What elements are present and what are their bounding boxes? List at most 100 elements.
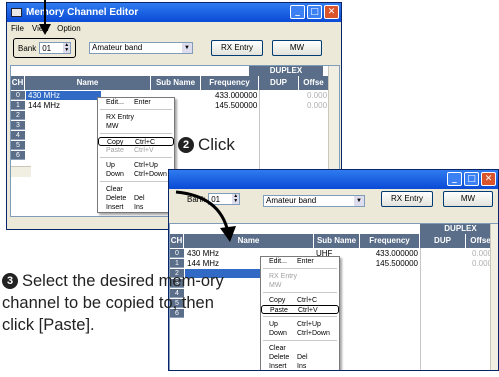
toolbar: Bank 01 ▲ ▼ Amateur band ▼ RX Entry MW	[7, 35, 341, 61]
menu-item-shortcut: Ins	[134, 204, 144, 211]
frequency-cell[interactable]: 145.500000	[374, 259, 418, 268]
bank-value: 01	[42, 43, 52, 53]
menu-item-insert[interactable]: Insert Ins	[98, 203, 174, 212]
sub-name-header: Sub Name	[314, 234, 360, 248]
name-cell[interactable]: 430 MHz	[187, 249, 257, 258]
close-button[interactable]: ✕	[324, 5, 339, 19]
ch-number: 2	[11, 111, 25, 120]
menu-item-label: Edit...	[269, 258, 287, 265]
menu-item-insert[interactable]: Insert Ins	[261, 362, 339, 370]
minimize-button[interactable]: _	[290, 5, 305, 19]
menu-item-shortcut: Del	[297, 354, 308, 361]
menu-item-label: Up	[106, 162, 115, 169]
menu-item-shortcut: Ctrl+Up	[297, 321, 321, 328]
minimize-button[interactable]: _	[447, 172, 462, 186]
menu-item-up[interactable]: Up Ctrl+Up	[98, 161, 174, 170]
pointer-arrow-icon	[39, 0, 51, 35]
menu-item-clear[interactable]: Clear	[261, 344, 339, 353]
menu-item-label: Paste	[106, 147, 124, 154]
ch-number: 5	[11, 141, 25, 150]
spinner-arrows-icon[interactable]: ▲ ▼	[63, 43, 71, 53]
menu-item-edit[interactable]: Edit... Enter	[261, 257, 339, 266]
menu-option[interactable]: Option	[57, 24, 81, 33]
offset-cell[interactable]: 0.000	[307, 91, 327, 100]
name-cell[interactable]: 430 MHz	[26, 91, 101, 100]
menu-item-mw[interactable]: MW	[261, 281, 339, 290]
step-2-text: Click	[198, 135, 235, 154]
frequency-cell[interactable]: 433.000000	[374, 249, 418, 258]
chevron-down-icon[interactable]: ▼	[354, 196, 364, 206]
step-2-callout: 2 Click	[178, 135, 235, 155]
menu-item-shortcut: Ctrl+Down	[134, 171, 167, 178]
menu-item-shortcut: Ctrl+C	[297, 297, 318, 304]
menu-bar: File View Option	[7, 22, 341, 35]
menu-item-up[interactable]: Up Ctrl+Up	[261, 320, 339, 329]
name-cell[interactable]: 144 MHz	[187, 259, 257, 268]
offset-cell[interactable]: 0.000	[307, 101, 327, 110]
horizontal-scrollbar[interactable]	[11, 166, 31, 177]
band-value: Amateur band	[266, 196, 317, 205]
mw-button[interactable]: MW	[443, 191, 493, 207]
menu-item-label: Edit...	[106, 99, 124, 106]
menu-item-copy[interactable]: Copy Ctrl+C	[98, 137, 174, 146]
menu-item-label: Down	[106, 171, 124, 178]
menu-item-label: Delete	[106, 195, 127, 202]
maximize-button[interactable]: □	[464, 172, 479, 186]
menu-item-label: MW	[269, 282, 282, 289]
dup-header: DUP	[420, 234, 466, 248]
bank-selector: Bank 01 ▲ ▼	[13, 38, 77, 58]
chevron-down-icon[interactable]: ▼	[182, 43, 192, 53]
menu-item-delete[interactable]: Delete Del	[261, 353, 339, 362]
menu-item-label: Up	[269, 321, 278, 328]
frequency-cell[interactable]: 433.000000	[215, 91, 257, 100]
name-cell[interactable]: 144 MHz	[28, 101, 98, 110]
drag-arrow-icon	[175, 190, 236, 242]
maximize-button[interactable]: □	[307, 5, 322, 19]
menu-item-label: RX Entry	[269, 273, 298, 280]
close-button[interactable]: ✕	[481, 172, 496, 186]
menu-item-paste[interactable]: Paste Ctrl+V	[98, 146, 174, 155]
menu-item-label: Clear	[269, 345, 286, 352]
band-value: Amateur band	[92, 43, 143, 52]
menu-item-copy[interactable]: Copy Ctrl+C	[261, 296, 339, 305]
duplex-header: DUPLEX	[420, 224, 498, 234]
app-icon	[11, 8, 22, 17]
step-3-callout: 3 Select the desired mem-ory channel to b…	[2, 270, 234, 336]
ch-number: 6	[11, 151, 25, 160]
menu-item-label: Down	[269, 330, 287, 337]
rx-entry-button[interactable]: RX Entry	[381, 191, 433, 207]
rx-entry-button[interactable]: RX Entry	[211, 40, 263, 56]
menu-item-delete[interactable]: Delete Del	[98, 194, 174, 203]
menu-item-label: RX Entry	[106, 114, 135, 121]
offset-cell[interactable]: 0.000	[472, 259, 492, 268]
menu-item-label: Insert	[269, 363, 287, 370]
menu-item-edit[interactable]: Edit... Enter	[98, 98, 174, 107]
menu-item-paste[interactable]: Paste Ctrl+V	[261, 305, 339, 314]
menu-item-down[interactable]: Down Ctrl+Down	[261, 329, 339, 338]
menu-item-shortcut: Enter	[297, 258, 314, 265]
band-combo[interactable]: Amateur band ▼	[89, 42, 193, 54]
menu-item-shortcut: Del	[134, 195, 145, 202]
sub-name-header: Sub Name	[151, 76, 201, 90]
menu-item-shortcut: Ctrl+V	[298, 307, 318, 314]
mw-button[interactable]: MW	[272, 40, 322, 56]
menu-item-label: Clear	[106, 186, 123, 193]
bank-spinner[interactable]: 01 ▲ ▼	[39, 42, 72, 54]
menu-item-label: Paste	[270, 307, 288, 314]
frequency-header: Frequency	[201, 76, 259, 90]
menu-item-rx-entry[interactable]: RX Entry	[261, 272, 339, 281]
menu-item-clear[interactable]: Clear	[98, 185, 174, 194]
bank-label: Bank	[18, 43, 37, 53]
menu-item-down[interactable]: Down Ctrl+Down	[98, 170, 174, 179]
menu-item-label: Delete	[269, 354, 290, 361]
menu-file[interactable]: File	[11, 24, 24, 33]
step-2-number: 2	[178, 137, 194, 153]
menu-item-mw[interactable]: MW	[98, 122, 174, 131]
step-3-text: Select the desired mem-ory channel to be…	[2, 272, 224, 334]
band-combo[interactable]: Amateur band ▼	[263, 195, 365, 207]
menu-item-rx-entry[interactable]: RX Entry	[98, 113, 174, 122]
dup-header: DUP	[259, 76, 299, 90]
vertical-scrollbar[interactable]	[490, 224, 498, 370]
offset-cell[interactable]: 0.000	[472, 249, 492, 258]
frequency-cell[interactable]: 145.500000	[215, 101, 257, 110]
